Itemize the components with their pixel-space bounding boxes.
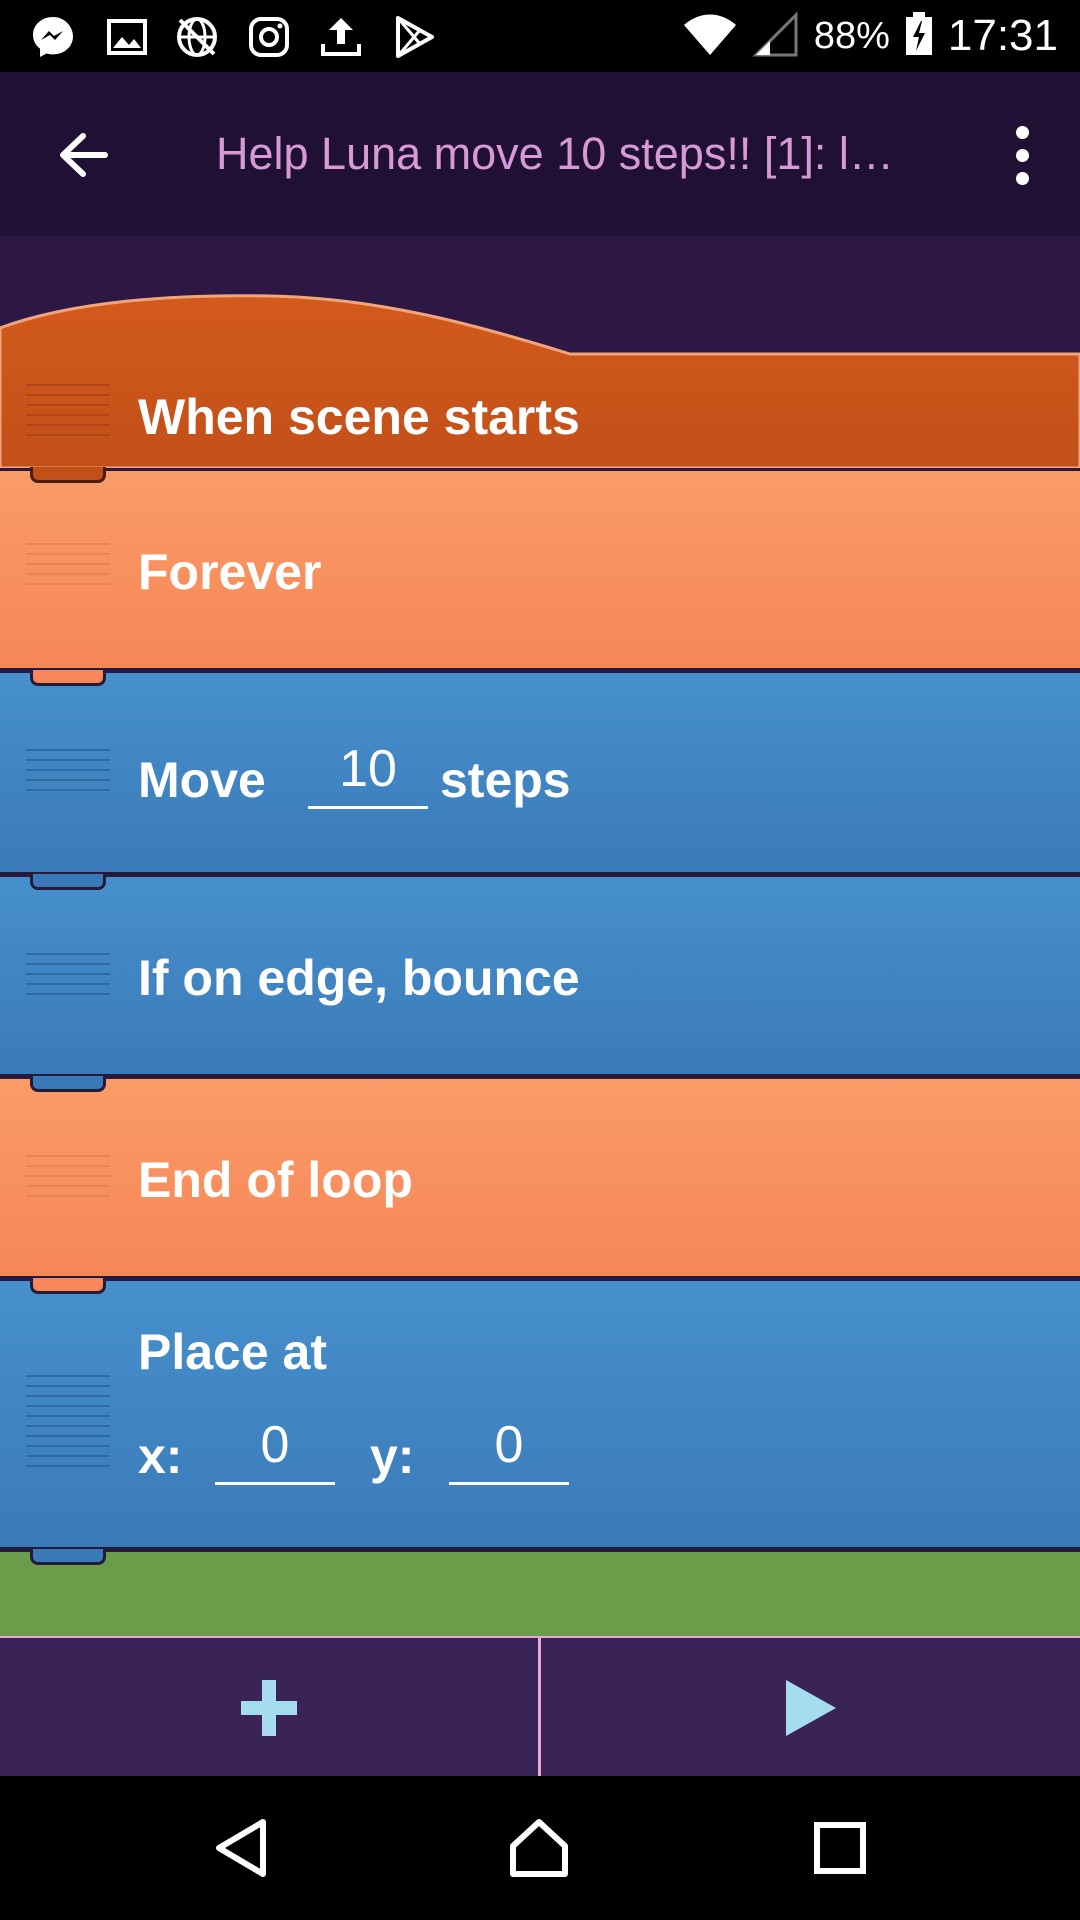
more-options-button[interactable] — [990, 120, 1054, 190]
brick-if-on-edge-bounce[interactable]: If on edge, bounce — [0, 877, 1080, 1092]
bottom-action-bar — [0, 1636, 1080, 1778]
gallery-icon — [104, 14, 150, 60]
play-store-icon — [392, 14, 438, 60]
back-button[interactable] — [48, 120, 118, 190]
nav-home-button[interactable] — [494, 1806, 584, 1890]
script-workspace[interactable]: When scene starts Forever Move 10 steps … — [0, 236, 1080, 1636]
arrow-left-icon — [60, 133, 108, 177]
drag-handle[interactable] — [26, 384, 110, 444]
nav-back-icon — [216, 1819, 266, 1877]
y-label: y: — [370, 1428, 415, 1484]
brick-next-partial[interactable] — [0, 1552, 1080, 1636]
drag-handle[interactable] — [26, 1375, 110, 1475]
system-nav-bar — [0, 1776, 1080, 1920]
x-input[interactable]: 0 — [215, 1413, 335, 1485]
upload-icon — [318, 14, 364, 60]
plus-icon — [241, 1680, 297, 1736]
play-button[interactable] — [541, 1638, 1079, 1778]
app-bar: Help Luna move 10 steps!! [1]: l… — [0, 72, 1080, 236]
nav-recents-icon — [814, 1822, 866, 1874]
add-brick-button[interactable] — [0, 1638, 538, 1778]
clock: 17:31 — [947, 11, 1058, 60]
brick-label: When scene starts — [138, 389, 580, 445]
x-label: x: — [138, 1428, 183, 1484]
status-right: 88% 17:31 — [682, 0, 1058, 72]
brick-when-scene-starts[interactable]: When scene starts — [0, 236, 1080, 483]
brick-suffix: steps — [440, 752, 571, 808]
steps-input[interactable]: 10 — [308, 737, 428, 809]
brick-end-of-loop[interactable]: End of loop — [0, 1079, 1080, 1294]
brick-label: Forever — [138, 544, 322, 600]
nav-recents-button[interactable] — [795, 1806, 885, 1890]
brick-label: End of loop — [138, 1152, 413, 1208]
no-network-globe-icon — [174, 14, 220, 60]
brick-label: Place at — [138, 1324, 328, 1380]
more-vert-icon — [1015, 125, 1029, 139]
signal-icon — [752, 10, 800, 62]
play-icon — [786, 1680, 836, 1736]
brick-forever[interactable]: Forever — [0, 471, 1080, 686]
nav-back-button[interactable] — [196, 1806, 286, 1890]
drag-handle[interactable] — [26, 953, 110, 1003]
nav-home-icon — [510, 1819, 568, 1877]
instagram-icon — [246, 14, 292, 60]
status-bar: 88% 17:31 — [0, 0, 1080, 72]
brick-label: Move — [138, 752, 266, 808]
drag-handle[interactable] — [26, 543, 110, 593]
battery-percent: 88% — [813, 14, 890, 57]
brick-move-steps[interactable]: Move 10 steps — [0, 673, 1080, 890]
y-input[interactable]: 0 — [449, 1413, 569, 1485]
messenger-icon — [30, 14, 76, 60]
drag-handle[interactable] — [26, 749, 110, 799]
page-title: Help Luna move 10 steps!! [1]: l… — [216, 128, 894, 179]
drag-handle[interactable] — [26, 1155, 110, 1205]
battery-charging-icon — [904, 11, 934, 62]
brick-label: If on edge, bounce — [138, 950, 580, 1006]
brick-place-at[interactable]: Place at x: 0 y: 0 — [0, 1281, 1080, 1565]
wifi-icon — [682, 11, 738, 62]
